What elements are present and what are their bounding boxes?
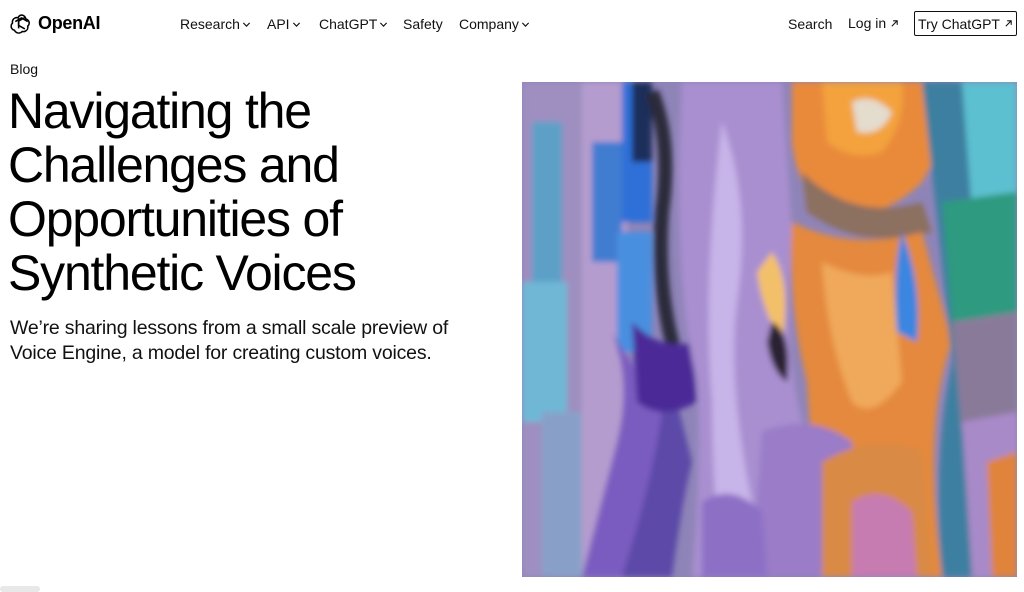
login-label: Log in [848, 15, 887, 31]
title-line: Opportunities of [8, 191, 343, 247]
chevron-down-icon [242, 22, 250, 27]
abstract-painting-art [522, 82, 1017, 577]
site-header: OpenAI Research API ChatGPT Safety Compa… [0, 0, 1024, 46]
nav-company-label: Company [459, 16, 519, 32]
nav-chatgpt-label: ChatGPT [319, 16, 378, 32]
logo-link[interactable]: OpenAI [10, 11, 101, 35]
title-line: Challenges and [8, 137, 340, 193]
openai-logo-icon [10, 13, 30, 34]
nav-api-label: API [267, 16, 290, 32]
try-chatgpt-button[interactable]: Try ChatGPT [914, 11, 1017, 36]
nav-api[interactable]: API [267, 16, 301, 32]
search-link[interactable]: Search [788, 16, 832, 32]
chevron-down-icon [521, 22, 529, 27]
try-chatgpt-label: Try ChatGPT [918, 15, 1000, 32]
subtitle-line: Voice Engine, a model for creating custo… [10, 342, 432, 364]
hero-painting-image [522, 82, 1017, 577]
breadcrumb-blog[interactable]: Blog [10, 61, 38, 77]
login-link[interactable]: Log in [848, 15, 899, 31]
arrow-up-right-icon [1005, 20, 1012, 27]
title-line: Synthetic Voices [8, 245, 357, 301]
page: OpenAI Research API ChatGPT Safety Compa… [0, 0, 1024, 592]
chevron-down-icon [292, 22, 300, 27]
scroll-indicator [0, 586, 40, 592]
chevron-down-icon [380, 22, 388, 27]
nav-safety[interactable]: Safety [403, 16, 443, 32]
nav-company[interactable]: Company [459, 16, 530, 32]
subtitle-line: We’re sharing lessons from a small scale… [10, 317, 449, 339]
nav-research[interactable]: Research [180, 16, 251, 32]
arrow-up-right-icon [891, 19, 898, 27]
logo-wordmark: OpenAI [38, 12, 101, 33]
page-title: Navigating the Challenges and Opportunit… [8, 84, 508, 300]
nav-safety-label: Safety [403, 16, 443, 32]
nav-chatgpt[interactable]: ChatGPT [319, 16, 388, 32]
nav-research-label: Research [180, 16, 240, 32]
title-line: Navigating the [8, 83, 312, 139]
page-subtitle: We’re sharing lessons from a small scale… [10, 316, 500, 366]
